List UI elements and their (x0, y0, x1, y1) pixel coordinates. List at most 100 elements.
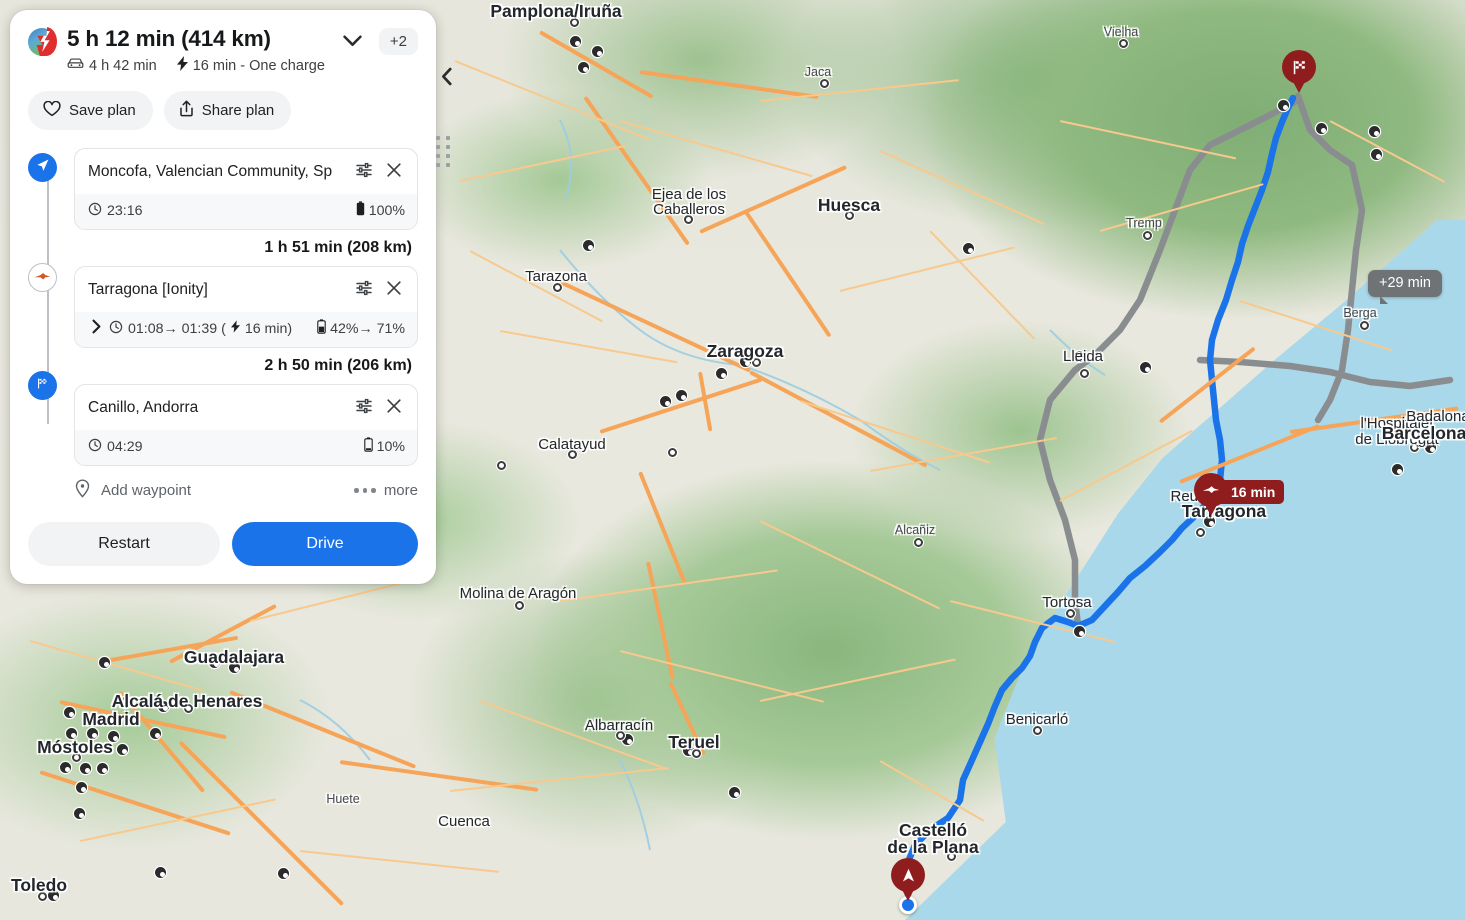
map-poi[interactable] (845, 211, 854, 220)
map-poi[interactable] (752, 358, 761, 367)
waypoint-name[interactable]: Moncofa, Valencian Community, Sp (88, 163, 346, 181)
map-poi[interactable] (1196, 528, 1205, 537)
map-poi[interactable] (729, 787, 740, 798)
map-poi[interactable] (963, 243, 974, 254)
map-poi[interactable] (553, 283, 562, 292)
map-poi[interactable] (660, 396, 671, 407)
map-poi[interactable] (60, 762, 71, 773)
extra-routes-badge[interactable]: +2 (378, 28, 418, 55)
waypoint-name[interactable]: Tarragona [Ionity] (88, 281, 346, 299)
map-poi[interactable] (229, 662, 240, 673)
map-poi[interactable] (1074, 626, 1085, 637)
map-poi[interactable] (72, 753, 81, 762)
map-poi[interactable] (117, 744, 128, 755)
map-poi[interactable] (676, 390, 687, 401)
map-poi[interactable] (155, 867, 166, 878)
map-poi[interactable] (570, 18, 579, 27)
waypoint-settings-button[interactable] (352, 396, 376, 420)
save-plan-button[interactable]: Save plan (28, 91, 153, 131)
map-poi[interactable] (684, 215, 693, 224)
map-poi[interactable] (97, 763, 108, 774)
map-poi[interactable] (66, 728, 77, 739)
map-poi[interactable] (99, 657, 110, 668)
map-poi[interactable] (1425, 442, 1436, 453)
map-poi[interactable] (1396, 424, 1407, 435)
add-waypoint-button[interactable]: Add waypoint (74, 479, 191, 502)
map-poi[interactable] (578, 62, 589, 73)
map-poi[interactable] (1066, 609, 1075, 618)
map-poi[interactable] (947, 852, 956, 861)
destination-marker[interactable] (1282, 50, 1316, 95)
map-poi[interactable] (108, 731, 119, 742)
save-plan-label: Save plan (69, 102, 136, 120)
map-poi[interactable] (568, 450, 577, 459)
map-poi[interactable] (76, 782, 87, 793)
timeline-node-charger[interactable] (28, 263, 57, 293)
waypoint-header[interactable]: Canillo, Andorra (75, 385, 417, 431)
map-poi[interactable] (1140, 362, 1151, 373)
map-poi[interactable] (1143, 231, 1152, 240)
map-poi[interactable] (515, 601, 524, 610)
map-poi[interactable] (120, 697, 131, 708)
map-poi[interactable] (209, 657, 220, 668)
map-poi[interactable] (1392, 464, 1403, 475)
map-poi[interactable] (87, 728, 98, 739)
map-poi[interactable] (1316, 123, 1327, 134)
waypoint-details: 01:08→ 01:39 ( 16 min) 42%→ 71% (75, 312, 417, 347)
map-poi[interactable] (1074, 351, 1085, 362)
share-plan-button[interactable]: Share plan (163, 91, 292, 131)
map-poi[interactable] (158, 701, 169, 712)
map-poi[interactable] (692, 749, 701, 758)
timeline-node-origin[interactable] (28, 153, 57, 183)
map-poi[interactable] (1278, 100, 1289, 111)
map-poi[interactable] (74, 808, 85, 819)
collapse-panel-button[interactable] (433, 66, 459, 92)
abrp-logo-icon (28, 27, 57, 56)
waypoint-settings-button[interactable] (352, 278, 376, 302)
map-poi[interactable] (592, 46, 603, 57)
remove-waypoint-button[interactable] (382, 160, 406, 184)
map-poi[interactable] (64, 707, 75, 718)
expand-routes-button[interactable] (338, 28, 368, 58)
waypoint-header[interactable]: Tarragona [Ionity] (75, 267, 417, 313)
map-poi[interactable] (1080, 369, 1089, 378)
timeline-node-destination[interactable] (28, 371, 57, 401)
waypoint-header[interactable]: Moncofa, Valencian Community, Sp (75, 149, 417, 195)
charge-window: 01:08→ 01:39 ( (128, 320, 226, 337)
map-poi[interactable] (1119, 39, 1128, 48)
map-poi[interactable] (914, 538, 923, 547)
map-poi[interactable] (820, 79, 829, 88)
map-poi[interactable] (583, 240, 594, 251)
expand-charge-details-button[interactable] (88, 319, 104, 337)
remove-waypoint-button[interactable] (382, 278, 406, 302)
map-poi[interactable] (48, 890, 59, 901)
map-poi[interactable] (150, 728, 161, 739)
origin-marker[interactable] (891, 858, 925, 903)
map-poi[interactable] (1371, 149, 1382, 160)
map-poi[interactable] (570, 36, 581, 47)
map-poi[interactable] (616, 731, 625, 740)
alternate-route-badge[interactable]: +29 min (1368, 270, 1442, 304)
ionity-charger-icon (34, 269, 51, 287)
map-poi[interactable] (716, 368, 727, 379)
map-poi[interactable] (1369, 126, 1380, 137)
more-options-button[interactable]: more (354, 482, 418, 499)
panel-drag-handle[interactable] (436, 136, 450, 167)
sliders-icon (355, 161, 373, 184)
map-poi[interactable] (740, 356, 751, 367)
map-poi[interactable] (1033, 726, 1042, 735)
map-poi[interactable] (668, 448, 677, 457)
waypoint-settings-button[interactable] (352, 160, 376, 184)
map-poi[interactable] (1360, 321, 1369, 330)
charging-stop-marker[interactable]: 16 min (1194, 473, 1285, 518)
remove-waypoint-button[interactable] (382, 396, 406, 420)
drive-button[interactable]: Drive (232, 522, 418, 567)
map-poi[interactable] (184, 704, 193, 713)
map-poi[interactable] (80, 763, 91, 774)
restart-button[interactable]: Restart (28, 522, 220, 567)
waypoint-name[interactable]: Canillo, Andorra (88, 399, 346, 417)
map-poi[interactable] (278, 868, 289, 879)
map-poi[interactable] (1410, 443, 1419, 452)
map-poi[interactable] (38, 892, 47, 901)
map-poi[interactable] (497, 461, 506, 470)
